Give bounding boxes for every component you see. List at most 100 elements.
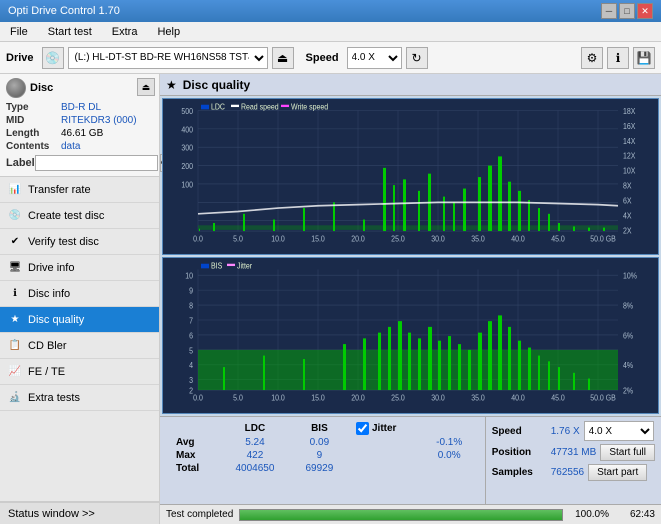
drive-icon-button[interactable]: 💿 [42,47,64,69]
svg-text:6X: 6X [623,196,632,206]
disc-panel: Disc ⏏ Type BD-R DL MID RITEKDR3 (000) L… [0,74,159,177]
svg-text:6: 6 [189,331,193,341]
ldc-chart: 500 400 300 200 100 18X 16X 14X 12X 10X … [162,98,659,255]
content-header-title: Disc quality [183,78,250,92]
svg-text:40.0: 40.0 [511,393,525,403]
verify-test-disc-icon: ✔ [8,235,22,249]
eject-button[interactable]: ⏏ [272,47,294,69]
sidebar-item-transfer-rate[interactable]: 📊 Transfer rate [0,177,159,203]
svg-text:4%: 4% [623,361,633,371]
drive-select[interactable]: (L:) HL-DT-ST BD-RE WH16NS58 TST4 [68,47,268,69]
svg-text:2X: 2X [623,226,632,236]
disc-length-label: Length [6,128,61,139]
settings-button[interactable]: ⚙ [581,47,603,69]
max-bis: 9 [291,449,348,462]
close-button[interactable]: ✕ [637,3,653,19]
sidebar-item-disc-info-label: Disc info [28,288,70,300]
refresh-button[interactable]: ↻ [406,47,428,69]
charts-area: 500 400 300 200 100 18X 16X 14X 12X 10X … [160,96,661,416]
disc-label-input[interactable] [35,155,158,171]
menu-help[interactable]: Help [151,24,186,40]
svg-text:45.0: 45.0 [551,393,565,403]
menu-start-test[interactable]: Start test [42,24,98,40]
sidebar-item-verify-test-disc[interactable]: ✔ Verify test disc [0,229,159,255]
speed-select-toolbar[interactable]: 4.0 X [347,47,402,69]
disc-panel-title: Disc [30,82,53,94]
samples-label: Samples [492,467,547,478]
svg-text:3: 3 [189,376,193,386]
maximize-button[interactable]: □ [619,3,635,19]
svg-text:5.0: 5.0 [233,393,243,403]
sidebar-item-fe-te[interactable]: 📈 FE / TE [0,359,159,385]
svg-text:300: 300 [181,143,193,153]
status-window-label: Status window >> [8,508,95,520]
disc-label-row: Label ✏ [6,154,153,172]
ldc-chart-svg: 500 400 300 200 100 18X 16X 14X 12X 10X … [163,99,658,254]
disc-quality-icon: ★ [8,313,22,327]
stats-total-row: Total 4004650 69929 [168,462,477,475]
cd-bler-icon: 📋 [8,339,22,353]
main-area: Disc ⏏ Type BD-R DL MID RITEKDR3 (000) L… [0,74,661,524]
save-button[interactable]: 💾 [633,47,655,69]
minimize-button[interactable]: ─ [601,3,617,19]
menu-file[interactable]: File [4,24,34,40]
disc-mid-row: MID RITEKDR3 (000) [6,115,153,126]
sidebar-item-create-test-disc[interactable]: 💿 Create test disc [0,203,159,229]
svg-text:10.0: 10.0 [271,393,285,403]
svg-text:20.0: 20.0 [351,393,365,403]
avg-bis: 0.09 [291,436,348,449]
sidebar-item-extra-tests[interactable]: 🔬 Extra tests [0,385,159,411]
progress-bar-outer [239,509,563,521]
sidebar-item-extra-tests-label: Extra tests [28,392,80,404]
jitter-checkbox[interactable] [356,422,369,435]
info-button[interactable]: ℹ [607,47,629,69]
col-header-jitter-check: Jitter [348,421,422,436]
svg-text:Jitter: Jitter [237,261,253,271]
status-window-button[interactable]: Status window >> [0,502,159,524]
start-part-button[interactable]: Start part [588,464,647,481]
svg-text:5: 5 [189,346,193,356]
speed-stat-value: 1.76 X [551,426,580,437]
svg-text:6%: 6% [623,331,633,341]
svg-text:100: 100 [181,180,193,190]
bis-chart-svg: 10 9 8 7 6 5 4 3 2 10% 8% 6% 4% 2% 0.0 [163,258,658,413]
svg-text:10.0: 10.0 [271,234,285,244]
disc-type-row: Type BD-R DL [6,102,153,113]
svg-text:20.0: 20.0 [351,234,365,244]
menubar: File Start test Extra Help [0,22,661,42]
svg-text:0.0: 0.0 [193,393,203,403]
sidebar-item-disc-info[interactable]: ℹ Disc info [0,281,159,307]
disc-panel-header: Disc ⏏ [6,78,153,98]
disc-eject-button[interactable]: ⏏ [137,78,155,96]
jitter-check-label: Jitter [372,423,396,434]
svg-text:35.0: 35.0 [471,393,485,403]
start-full-button[interactable]: Start full [600,444,655,461]
svg-text:200: 200 [181,162,193,172]
disc-mid-value: RITEKDR3 (000) [61,115,153,126]
position-row: Position 47731 MB Start full [492,444,655,461]
sidebar-item-cd-bler-label: CD Bler [28,340,67,352]
disc-length-value: 46.61 GB [61,128,153,139]
sidebar-item-disc-quality[interactable]: ★ Disc quality [0,307,159,333]
status-bar: Status window >> [0,501,159,524]
bis-chart: 10 9 8 7 6 5 4 3 2 10% 8% 6% 4% 2% 0.0 [162,257,659,414]
stats-table: LDC BIS Jitter [160,417,485,504]
svg-text:10: 10 [185,271,193,281]
disc-type-label: Type [6,102,61,113]
sidebar-item-drive-info-label: Drive info [28,262,74,274]
samples-value: 762556 [551,467,584,478]
svg-text:50.0 GB: 50.0 GB [590,393,616,403]
sidebar-item-drive-info[interactable]: 🖥 Drive info [0,255,159,281]
sidebar-item-cd-bler[interactable]: 📋 CD Bler [0,333,159,359]
sidebar-item-transfer-rate-label: Transfer rate [28,184,91,196]
speed-selector[interactable]: 4.0 X [584,421,654,441]
extra-tests-icon: 🔬 [8,391,22,405]
disc-mid-label: MID [6,115,61,126]
max-jitter-empty [348,449,422,462]
fe-te-icon: 📈 [8,365,22,379]
menu-extra[interactable]: Extra [106,24,144,40]
col-header-jitter [422,421,477,436]
total-col3 [348,462,422,475]
progress-percent: 100.0% [569,509,609,520]
speed-label: Speed [306,52,339,64]
